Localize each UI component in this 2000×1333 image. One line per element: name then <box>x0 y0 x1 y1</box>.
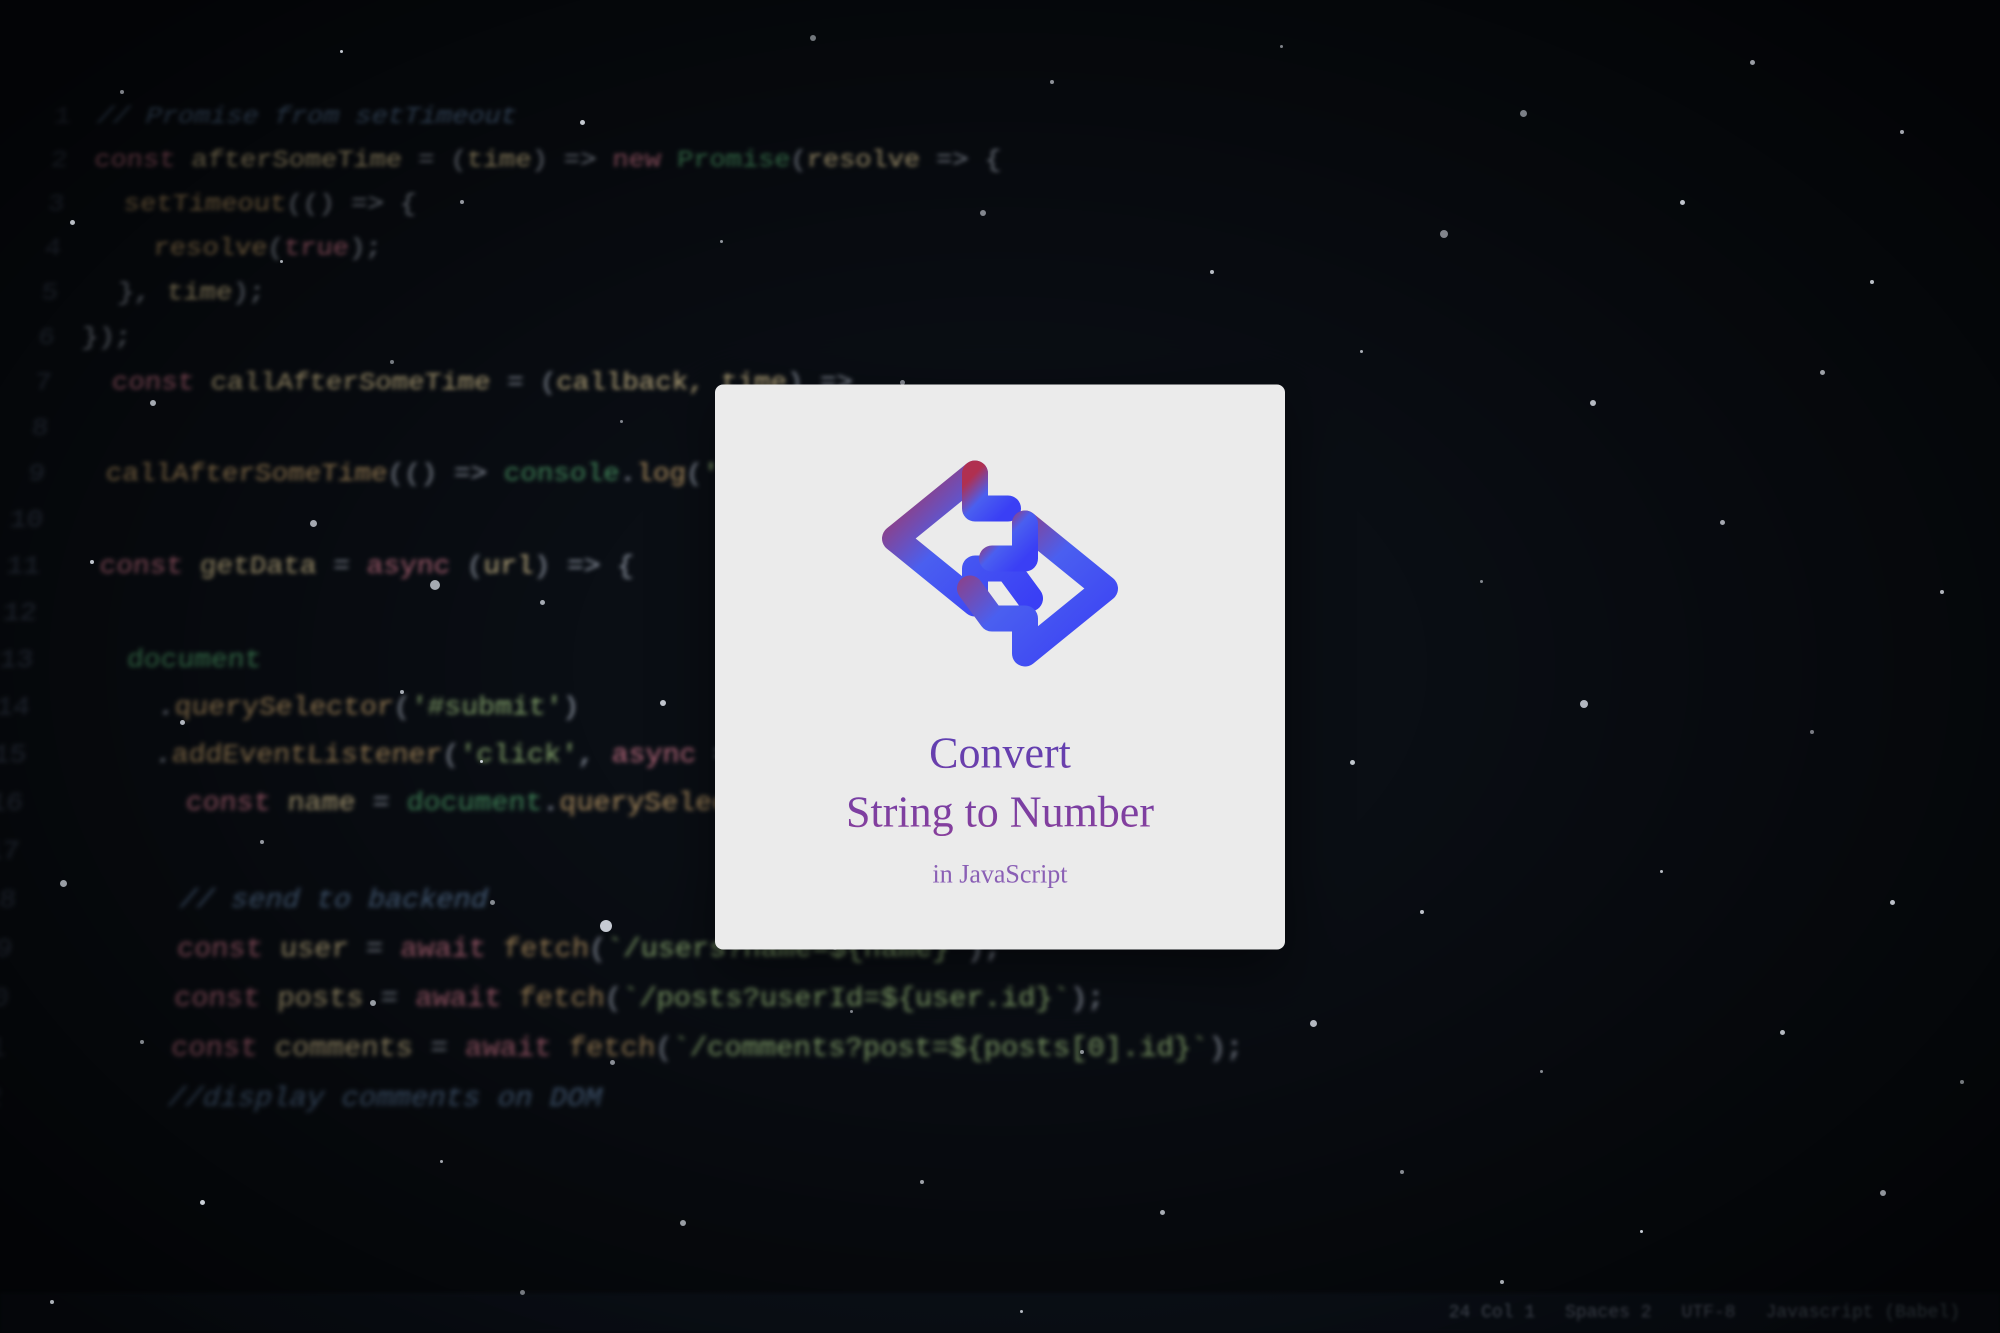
status-spaces: Spaces 2 <box>1565 1303 1651 1323</box>
status-language: Javascript (Babel) <box>1766 1303 1960 1323</box>
card-subtitle: in JavaScript <box>932 860 1067 890</box>
editor-status-bar: 24 Col 1 Spaces 2 UTF-8 Javascript (Babe… <box>0 1293 2000 1333</box>
title-card: Convert String to Number in JavaScript <box>715 384 1285 949</box>
card-title-line2: String to Number <box>846 788 1154 837</box>
status-encoding: UTF-8 <box>1682 1303 1736 1323</box>
convert-arrows-icon <box>860 443 1140 683</box>
status-position: 24 Col 1 <box>1449 1303 1535 1323</box>
card-title: Convert String to Number <box>846 723 1154 842</box>
card-title-line1: Convert <box>929 728 1071 777</box>
